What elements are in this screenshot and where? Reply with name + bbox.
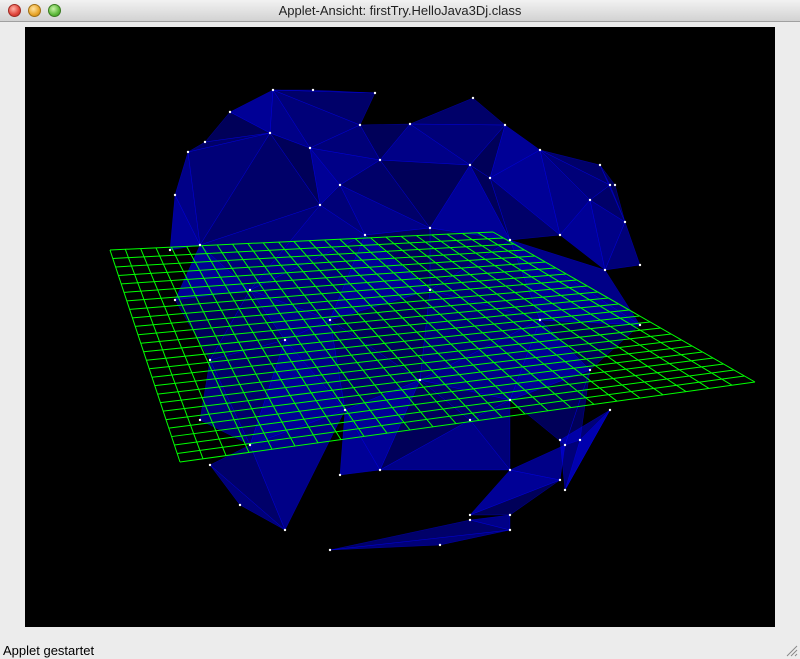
vertex-point [343, 408, 347, 412]
vertex-point [328, 548, 332, 552]
vertex-point [438, 543, 442, 547]
vertex-point [173, 298, 177, 302]
vertex-point [378, 468, 382, 472]
vertex-point [558, 233, 562, 237]
vertex-point [563, 443, 567, 447]
vertex-point [508, 398, 512, 402]
vertex-point [198, 243, 202, 247]
vertex-point [198, 418, 202, 422]
vertex-point [358, 123, 362, 127]
vertex-point [208, 463, 212, 467]
vertex-point [311, 88, 315, 92]
vertex-point [508, 238, 512, 242]
vertex-point [378, 158, 382, 162]
status-text: Applet gestartet [3, 643, 95, 658]
vertex-point [318, 203, 322, 207]
vertex-point [608, 183, 612, 187]
vertex-point [578, 438, 582, 442]
vertex-point [638, 263, 642, 267]
vertex-point [638, 323, 642, 327]
vertex-point [203, 140, 207, 144]
grid-line [109, 249, 181, 463]
vertex-point [613, 183, 617, 187]
vertex-point [468, 418, 472, 422]
resize-grip-icon[interactable] [786, 645, 798, 657]
vertex-point [608, 408, 612, 412]
vertex-point [623, 220, 627, 224]
vertex-point [408, 122, 412, 126]
vertex-point [418, 378, 422, 382]
vertex-point [508, 513, 512, 517]
vertex-point [428, 226, 432, 230]
vertex-point [186, 150, 190, 154]
vertex-point [283, 338, 287, 342]
vertex-point [338, 183, 342, 187]
vertex-point [468, 513, 472, 517]
title-bar[interactable]: Applet-Ansicht: firstTry.HelloJava3Dj.cl… [0, 0, 800, 22]
vertex-point [563, 488, 567, 492]
applet-window: Applet-Ansicht: firstTry.HelloJava3Dj.cl… [0, 0, 800, 659]
vertex-point [268, 131, 272, 135]
vertex-point [271, 88, 275, 92]
java3d-canvas[interactable] [25, 27, 775, 627]
vertex-point [428, 288, 432, 292]
vertex-point [503, 123, 507, 127]
vertex-point [488, 176, 492, 180]
vertex-point [471, 96, 475, 100]
vertex-point [598, 163, 602, 167]
vertex-point [338, 473, 342, 477]
vertex-point [603, 268, 607, 272]
vertex-point [558, 438, 562, 442]
vertex-point [283, 528, 287, 532]
vertex-point [588, 198, 592, 202]
vertex-point [538, 148, 542, 152]
vertex-point [238, 503, 242, 507]
vertex-point [373, 91, 377, 95]
vertex-point [508, 528, 512, 532]
vertex-point [588, 368, 592, 372]
vertex-point [538, 318, 542, 322]
vertex-point [508, 468, 512, 472]
mesh-face [409, 97, 506, 126]
vertex-point [363, 233, 367, 237]
vertex-point [228, 110, 232, 114]
scene-render [109, 88, 756, 552]
vertex-point [468, 518, 472, 522]
vertex-point [248, 443, 252, 447]
vertex-point [168, 248, 172, 252]
vertex-point [308, 146, 312, 150]
vertex-point [468, 163, 472, 167]
window-title: Applet-Ansicht: firstTry.HelloJava3Dj.cl… [278, 3, 522, 18]
vertex-point [173, 193, 177, 197]
vertex-point [558, 478, 562, 482]
vertex-point [248, 288, 252, 292]
vertex-point [328, 318, 332, 322]
vertex-point [208, 358, 212, 362]
